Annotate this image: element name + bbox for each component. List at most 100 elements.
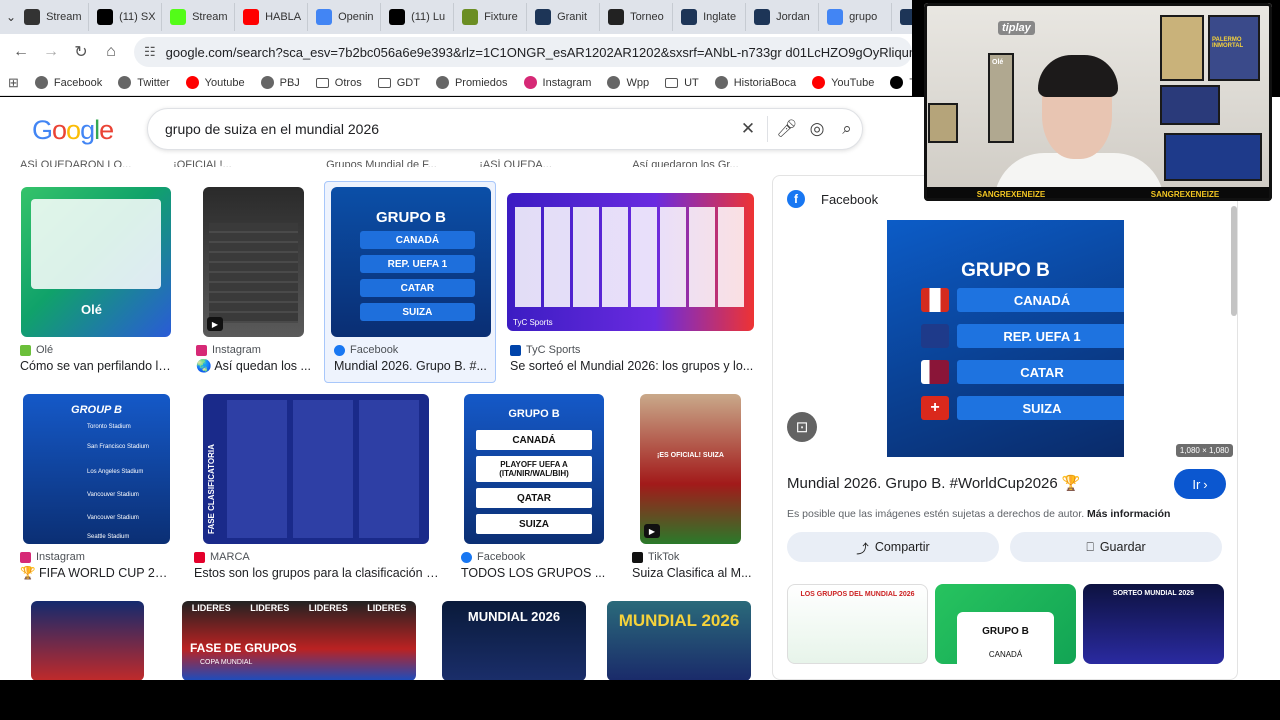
result-image-instagram[interactable]: ▶ [203, 187, 304, 337]
search-input[interactable]: grupo de suiza en el mundial 2026 [165, 121, 733, 137]
bookmark-item[interactable]: Twitter [890, 76, 912, 89]
browser-tab[interactable] [894, 3, 912, 31]
result-image-facebook-grupo-b[interactable]: GRUPO B CANADÁ REP. UEFA 1 CATAR SUIZA [331, 187, 491, 337]
browser-tab[interactable]: Fixture [456, 3, 528, 31]
bookmark-item[interactable]: Otros [315, 76, 362, 89]
browser-tab[interactable]: Stream [164, 3, 236, 31]
clear-icon[interactable]: ✕ [733, 114, 763, 144]
result-image-ole[interactable]: Olé [21, 187, 171, 337]
lens-search-icon[interactable]: ⊡ [787, 412, 817, 442]
search-header: Google grupo de suiza en el mundial 2026… [0, 97, 912, 159]
browser-tab[interactable]: (11) Lu [383, 3, 455, 31]
result-title[interactable]: 🌏 Así quedan los ... [196, 359, 311, 374]
result-source: Facebook [461, 551, 525, 563]
browser-tab[interactable]: Stream [18, 3, 90, 31]
result-image-row3-3[interactable]: MUNDIAL 2026 [442, 601, 586, 680]
browser-tab[interactable]: Jordan [748, 3, 820, 31]
browser-tab[interactable]: (11) SX [91, 3, 163, 31]
home-button[interactable]: ⌂ [98, 39, 124, 65]
bookmark-item[interactable]: Youtube [185, 76, 245, 89]
result-image-tyc[interactable]: TyC Sports [507, 193, 754, 331]
browser-tab[interactable]: Torneo [602, 3, 674, 31]
browser-tab[interactable]: Inglate [675, 3, 747, 31]
apps-icon[interactable]: ⊞ [8, 75, 19, 91]
result-title[interactable]: Cómo se van perfilando lo... [20, 359, 175, 373]
microphone-icon[interactable]: 🎤︎ [772, 114, 802, 144]
browser-tab[interactable]: Openin [310, 3, 382, 31]
uefa-icon [921, 324, 949, 348]
dotabuff-icon [24, 9, 41, 25]
google-logo[interactable]: Google [32, 115, 114, 146]
preview-image[interactable]: GRUPO B CANADÁ REP. UEFA 1 CATAR + SUIZA [887, 220, 1124, 457]
bookmark-item[interactable]: Instagram [523, 76, 592, 89]
result-title[interactable]: 🏆 FIFA WORLD CUP 20... [20, 566, 170, 581]
bookmark-label: Twitter [909, 77, 912, 89]
bookmark-item[interactable]: Facebook [34, 76, 103, 89]
result-title[interactable]: Suiza Clasifica al M... [632, 566, 752, 580]
site-info-icon[interactable]: ☷ [144, 44, 156, 60]
result-title[interactable]: Estos son los grupos para la clasificaci… [194, 566, 439, 580]
team-row: REP. UEFA 1 [957, 324, 1124, 348]
google-icon [316, 9, 333, 25]
team-row: CANADÁ [359, 231, 475, 249]
bookmark-item[interactable]: UT [665, 76, 699, 89]
image-dimensions: 1,080 × 1,080 [1175, 444, 1233, 457]
result-image-instagram-group-b[interactable]: GROUP B Toronto Stadium San Francisco St… [23, 394, 170, 544]
result-image-facebook-todos[interactable]: GRUPO B CANADÁ PLAYOFF UEFA A (ITA/NIR/W… [464, 394, 604, 544]
bookmark-item[interactable]: Twitter [118, 76, 170, 89]
bookmarks-bar: ⊞ Facebook Twitter Youtube PBJ Otros GDT Promi… [0, 70, 912, 96]
overlay-title: FASE DE GRUPOS [190, 641, 297, 655]
bookmark-item[interactable]: HistoriaBoca [714, 76, 796, 89]
bookmark-item[interactable]: PBJ [260, 76, 300, 89]
bookmark-item[interactable]: GDT [377, 76, 420, 89]
lens-icon[interactable]: ◎ [802, 114, 832, 144]
save-button[interactable]: ⎕ Guardar [1010, 532, 1222, 562]
result-image-row3-1[interactable] [31, 601, 144, 680]
strip-caption: Grupos Mundial de F... [326, 159, 437, 167]
fm-icon [754, 9, 771, 25]
forward-button[interactable]: → [38, 39, 64, 65]
back-button[interactable]: ← [8, 39, 34, 65]
strip-caption: ¡OFICIAL!... [173, 159, 232, 167]
preview-image-area[interactable]: GRUPO B CANADÁ REP. UEFA 1 CATAR + SUIZA… [773, 220, 1237, 458]
result-image-marca[interactable]: FASE CLASIFICATORIA [203, 394, 429, 544]
folder-icon [665, 77, 679, 88]
site-icon [435, 76, 449, 89]
search-divider [767, 116, 768, 142]
related-image[interactable]: LOS GRUPOS DEL MUNDIAL 2026 [787, 584, 928, 664]
result-title[interactable]: Se sorteó el Mundial 2026: los grupos y … [510, 359, 755, 373]
result-title[interactable]: Mundial 2026. Grupo B. #... [334, 359, 489, 373]
result-image-row3-2[interactable]: LIDERES LIDERES LIDERES LIDERES FASE DE GRU… [182, 601, 416, 680]
bookmark-label: Instagram [542, 76, 592, 89]
group-title: GRUPO B [375, 209, 446, 226]
bookmark-label: Facebook [53, 76, 103, 89]
site-icon [34, 76, 48, 89]
related-image[interactable]: SORTEO MUNDIAL 2026 [1083, 584, 1224, 664]
browser-tab[interactable]: HABLA [237, 3, 309, 31]
result-image-row3-4[interactable]: MUNDIAL 2026 [607, 601, 751, 680]
result-title[interactable]: TODOS LOS GRUPOS ... [461, 566, 606, 580]
search-box[interactable]: grupo de suiza en el mundial 2026 ✕ 🎤︎ ◎… [147, 108, 863, 150]
search-icon[interactable]: ⌕ [832, 114, 862, 144]
more-info-link[interactable]: Más información [1087, 508, 1170, 520]
share-button[interactable]: ⤴ Compartir [787, 532, 999, 562]
group-title: GRUPO B [508, 408, 560, 420]
reload-button[interactable]: ↻ [68, 39, 94, 65]
copyright-notice: Es posible que las imágenes estén sujeta… [787, 508, 1171, 520]
browser-tab[interactable]: grupo [821, 3, 893, 31]
related-image[interactable]: GRUPO B CANADÁ [935, 584, 1076, 664]
result-image-tiktok[interactable]: ¡ES OFICIAL! SUIZA ▶ [640, 394, 741, 544]
fm-icon [681, 9, 698, 25]
bookmark-item[interactable]: YouTube [812, 76, 874, 89]
bookmark-item[interactable]: Wpp [607, 76, 649, 89]
go-button[interactable]: Ir › [1174, 469, 1226, 499]
address-bar[interactable]: ☷ google.com/search?sca_esv=7b2bc056a6e9… [134, 37, 912, 67]
panel-title[interactable]: Mundial 2026. Grupo B. #WorldCup2026 🏆 [787, 474, 1081, 492]
panel-source[interactable]: f Facebook [787, 190, 878, 208]
result-source: TikTok [632, 551, 679, 563]
bookmark-item[interactable]: Promiedos [435, 76, 508, 89]
tab-search-dropdown[interactable]: ⌄ [6, 6, 16, 28]
panel-scrollbar[interactable] [1231, 206, 1237, 316]
tab-strip: ⌄ Stream (11) SX Stream HABLA Openin (11) Lu F… [0, 0, 912, 34]
browser-tab[interactable]: Granit [529, 3, 601, 31]
